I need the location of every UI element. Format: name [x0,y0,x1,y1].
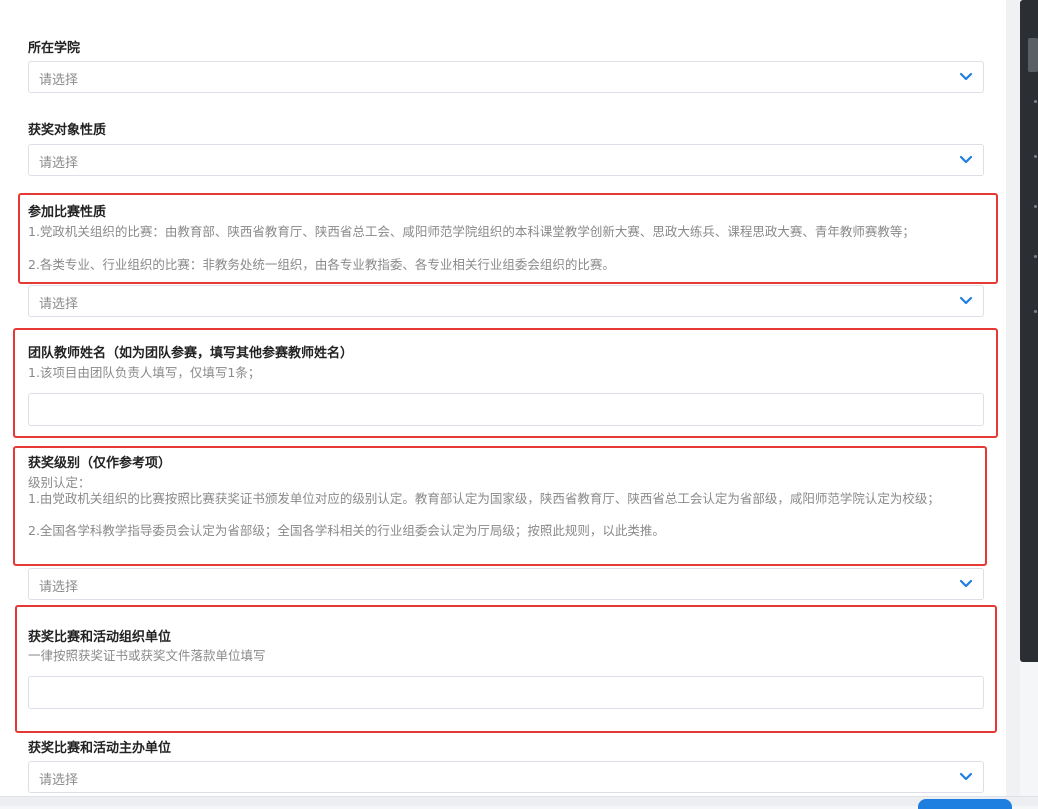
competition-nature-hint-1: 1.党政机关组织的比赛：由教育部、陕西省教育厅、陕西省总工会、咸阳师范学院组织的… [28,224,915,239]
competition-nature-select[interactable]: 请选择 [28,285,984,317]
chevron-down-icon [959,296,973,305]
primary-action-button[interactable] [918,799,1012,809]
team-teachers-input[interactable] [28,393,984,426]
team-teachers-hint: 1.该项目由团队负责人填写，仅填写1条； [28,365,261,380]
chevron-down-icon [959,772,973,781]
side-dark-panel [1020,0,1038,662]
chevron-down-icon [959,155,973,164]
award-target-nature-select[interactable]: 请选择 [28,144,984,176]
competition-nature-hint-2: 2.各类专业、行业组织的比赛：非教务处统一组织，由各专业教指委、各专业相关行业组… [28,257,615,272]
award-level-select[interactable]: 请选择 [28,568,984,600]
host-select[interactable]: 请选择 [28,761,984,793]
award-level-label: 获奖级别（仅作参考项） [28,456,172,471]
page-scrollbar-track[interactable] [1006,0,1020,805]
host-select-placeholder: 请选择 [39,773,79,788]
chevron-down-icon [959,579,973,588]
organizer-label: 获奖比赛和活动组织单位 [28,630,172,645]
award-level-hint-2: 1.由党政机关组织的比赛按照比赛获奖证书颁发单位对应的级别认定。教育部认定为国家… [28,491,940,506]
side-panel-dot [1034,310,1037,313]
award-level-hint-3: 2.全国各学科教学指导委员会认定为省部级；全国各学科相关的行业组委会认定为厅局级… [28,523,665,538]
team-teachers-label: 团队教师姓名（如为团队参赛，填写其他参赛教师姓名） [28,346,354,361]
chevron-down-icon [959,72,973,81]
award-target-nature-placeholder: 请选择 [39,156,79,171]
award-level-placeholder: 请选择 [39,580,79,595]
award-level-hint-1: 级别认定： [28,475,91,490]
host-label: 获奖比赛和活动主办单位 [28,741,172,756]
side-panel-dot [1034,155,1037,158]
competition-nature-placeholder: 请选择 [39,297,79,312]
competition-nature-label: 参加比赛性质 [28,205,107,220]
side-panel-dot [1034,100,1037,103]
award-target-nature-label: 获奖对象性质 [28,123,107,138]
side-panel-thumbnail[interactable] [1028,38,1038,72]
college-select[interactable]: 请选择 [28,61,984,93]
college-select-placeholder: 请选择 [39,73,79,88]
organizer-hint: 一律按照获奖证书或获奖文件落款单位填写 [28,648,266,663]
college-label: 所在学院 [28,41,81,56]
side-panel-dot [1034,255,1037,258]
organizer-input[interactable] [28,676,984,709]
form-panel: 所在学院 请选择 获奖对象性质 请选择 参加比赛性质 1.党政机关组织的比赛：由… [0,0,1006,805]
highlight-box-organizer [15,605,997,733]
side-panel-dot [1034,205,1037,208]
